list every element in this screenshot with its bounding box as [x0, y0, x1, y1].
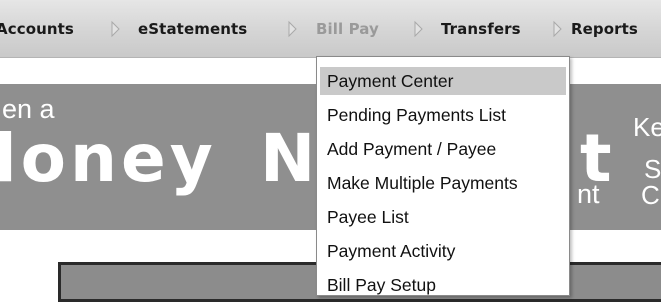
menu-item-bill-pay-setup[interactable]: Bill Pay Setup [320, 271, 566, 295]
menu-item-payee-list[interactable]: Payee List [320, 203, 566, 231]
banner-right-top: Ke [633, 112, 661, 142]
banner-text-under: nt [577, 179, 600, 209]
nav-accounts[interactable]: Accounts [0, 18, 74, 40]
nav-estatements[interactable]: eStatements [138, 18, 247, 40]
chevron-right-icon [553, 20, 562, 38]
nav-transfers[interactable]: Transfers [441, 18, 521, 40]
menu-item-payment-activity[interactable]: Payment Activity [320, 237, 566, 265]
menu-item-payment-center[interactable]: Payment Center [320, 67, 566, 95]
menu-item-pending-payments-list[interactable]: Pending Payments List [320, 101, 566, 129]
menu-item-make-multiple-payments[interactable]: Make Multiple Payments [320, 169, 566, 197]
banner-right-bottom: C [641, 180, 660, 210]
top-nav-bar: Accounts eStatements Bill Pay Transfers … [0, 0, 661, 58]
banner-headline-mid: N [260, 120, 320, 197]
chevron-right-icon [414, 20, 423, 38]
menu-item-add-payment-payee[interactable]: Add Payment / Payee [320, 135, 566, 163]
chevron-right-icon [111, 20, 120, 38]
chevron-right-icon [288, 20, 297, 38]
nav-bill-pay[interactable]: Bill Pay [316, 18, 379, 40]
bill-pay-dropdown-menu: Payment Center Pending Payments List Add… [316, 56, 570, 296]
banner-headline-left: loney [0, 120, 217, 197]
nav-reports[interactable]: Reports [571, 18, 638, 40]
